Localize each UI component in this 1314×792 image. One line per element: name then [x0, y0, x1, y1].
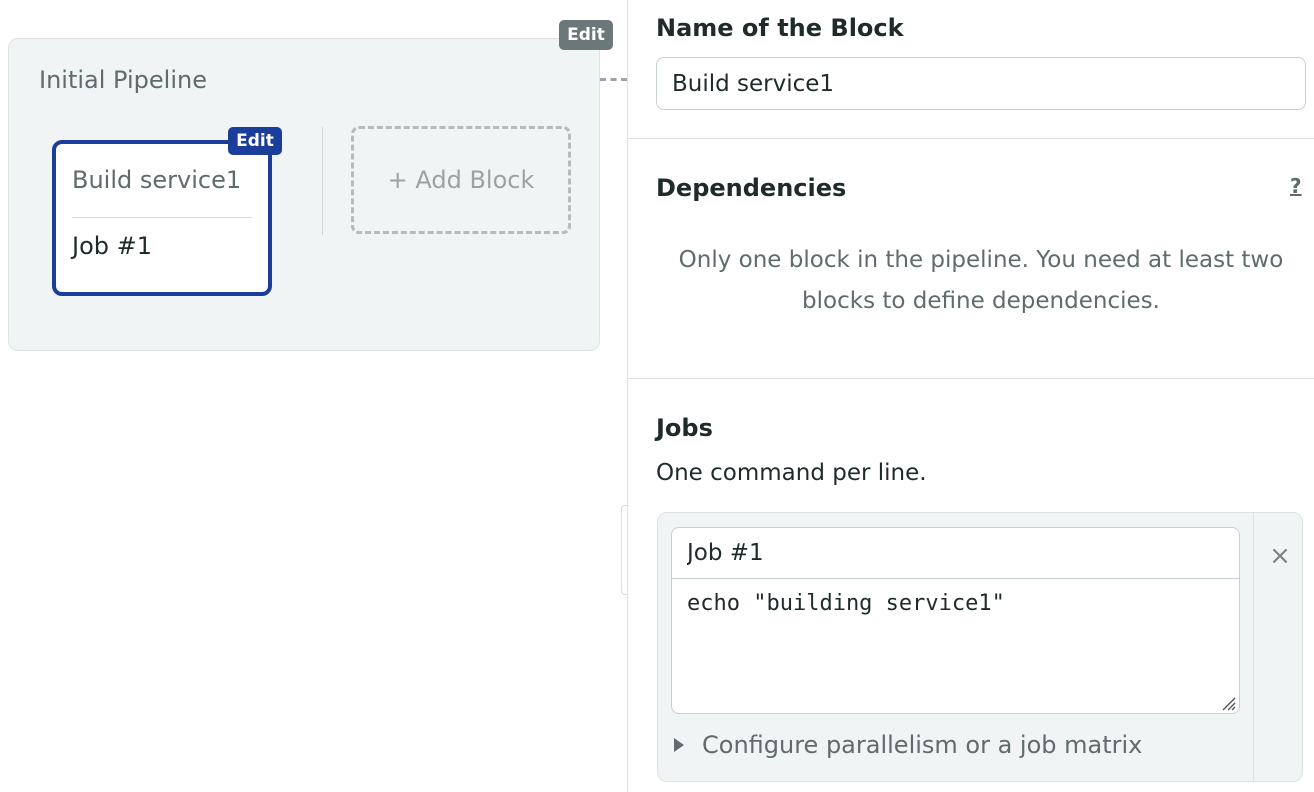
block-separator — [322, 127, 323, 235]
pipeline-title: Initial Pipeline — [39, 66, 207, 94]
dependencies-help-link[interactable]: ? — [1290, 174, 1302, 198]
block-name-input[interactable] — [656, 57, 1306, 110]
block-card[interactable]: Build service1 Job #1 — [52, 140, 272, 296]
pipeline-connector — [600, 78, 627, 81]
section-divider — [628, 378, 1314, 379]
jobs-subtitle: One command per line. — [656, 460, 927, 486]
resize-grip-icon[interactable] — [1220, 695, 1236, 711]
remove-job-icon[interactable]: × — [1265, 541, 1295, 571]
block-name-heading: Name of the Block — [656, 14, 904, 42]
disclosure-triangle-icon — [674, 738, 684, 752]
pipeline-edit-button[interactable]: Edit — [559, 20, 613, 50]
block-editor-panel: Name of the Block Dependencies ? Only on… — [627, 0, 1314, 792]
job-card-side-divider — [1253, 513, 1254, 781]
block-job-name: Job #1 — [72, 232, 153, 260]
dependencies-heading: Dependencies — [656, 174, 847, 202]
job-name-input[interactable] — [671, 527, 1240, 579]
dependencies-message: Only one block in the pipeline. You need… — [678, 247, 1284, 314]
block-name: Build service1 — [72, 166, 242, 194]
block-edit-button[interactable]: Edit — [228, 127, 282, 155]
pipeline-card[interactable]: Initial Pipeline Build service1 Job #1 +… — [8, 38, 600, 351]
job-commands-textarea[interactable]: echo "building service1" — [671, 579, 1240, 714]
configure-parallelism-label: Configure parallelism or a job matrix — [702, 731, 1143, 759]
jobs-heading: Jobs — [656, 414, 713, 442]
job-card: echo "building service1" × Configure par… — [657, 512, 1303, 782]
block-divider — [72, 217, 252, 218]
configure-parallelism-toggle[interactable]: Configure parallelism or a job matrix — [674, 731, 1142, 759]
workflow-canvas: Initial Pipeline Build service1 Job #1 +… — [0, 0, 627, 792]
section-divider — [628, 138, 1314, 139]
add-block-button[interactable]: + Add Block — [351, 126, 571, 234]
